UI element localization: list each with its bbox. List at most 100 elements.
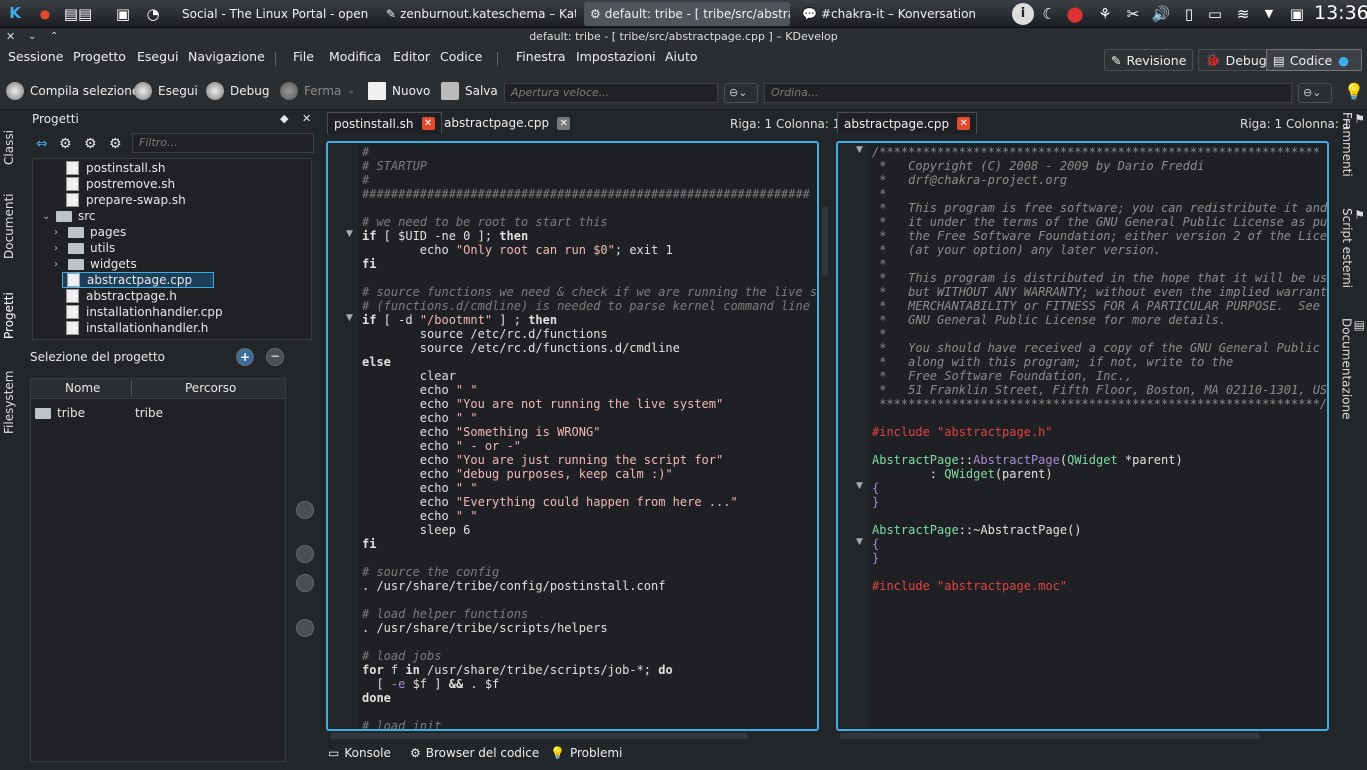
tree-item[interactable]: ⌄ src (42, 208, 96, 224)
move-up-button[interactable] (296, 619, 314, 637)
menu-esegui[interactable]: Esegui (137, 49, 178, 64)
desktop-dot-icon[interactable]: ● (34, 3, 56, 25)
list-item[interactable]: tribe (35, 406, 85, 420)
tab-browser-codice[interactable]: ⚙ Browser del codice (410, 746, 539, 760)
fold-marker-icon[interactable]: ▼ (346, 229, 353, 239)
col-percorso[interactable]: Percorso (185, 381, 236, 395)
close-icon[interactable]: ✕ (957, 117, 971, 130)
fold-marker-icon[interactable]: ▼ (856, 481, 863, 491)
quick-open-mode-select[interactable]: ⊖⌄ (724, 83, 758, 103)
tab-konsole[interactable]: ▭ Konsole (328, 746, 391, 760)
area-revisione[interactable]: ✎ Revisione (1104, 49, 1194, 71)
quick-open-input[interactable]: Apertura veloce... (504, 83, 718, 103)
sort-input[interactable]: Ordina... (764, 83, 1292, 103)
fold-marker-icon[interactable]: ▼ (856, 537, 863, 547)
tree-item[interactable]: installationhandler.cpp (66, 304, 223, 320)
menu-file[interactable]: File (293, 49, 314, 64)
compila-button[interactable]: Compila selezione (6, 82, 139, 100)
area-debug[interactable]: 🐞 Debug (1198, 49, 1274, 71)
network-share-icon[interactable]: ⚘ (1094, 3, 1116, 25)
close-icon[interactable]: ✕ (302, 112, 311, 125)
chevron-up-icon[interactable]: ⌃ (50, 28, 58, 46)
move-up-button[interactable] (296, 574, 314, 592)
tab-postinstall[interactable]: postinstall.sh ✕ (327, 112, 442, 134)
expand-tray-icon[interactable]: ▼ (1258, 3, 1280, 25)
editor-postinstall[interactable]: # # STARTUP # ##########################… (326, 141, 819, 731)
pager-icon[interactable]: ▤▤ (60, 3, 96, 25)
update-icon[interactable]: ⬤ (1064, 3, 1086, 25)
chevron-down-icon[interactable]: ⌄ (28, 28, 36, 46)
remove-project-button[interactable]: − (266, 348, 284, 366)
tree-item[interactable]: › widgets (54, 256, 137, 272)
tree-item[interactable]: prepare-swap.sh (66, 192, 186, 208)
tab-abstractpage-right[interactable]: abstractpage.cpp ✕ (837, 112, 978, 134)
menu-modifica[interactable]: Modifica (329, 49, 381, 64)
volume-icon[interactable]: 🔊 (1150, 3, 1172, 25)
task-konversation[interactable]: 💬 #chakra-it – Konversation (796, 2, 996, 26)
gear-icon[interactable]: ⚙ (84, 136, 97, 152)
tree-item[interactable]: › pages (54, 224, 126, 240)
nuovo-button[interactable]: Nuovo (368, 82, 430, 100)
menu-codice[interactable]: Codice (440, 49, 482, 64)
tab-progetti[interactable]: Progetti (2, 282, 24, 350)
tab-script-esterni[interactable]: ⚑ Script esterni (1340, 208, 1365, 308)
activity-icon[interactable]: ◔ (142, 3, 164, 25)
info-icon[interactable]: i (1012, 3, 1034, 25)
menu-editor[interactable]: Editor (393, 49, 430, 64)
add-project-button[interactable]: + (236, 348, 254, 366)
esegui-button[interactable]: Esegui (134, 82, 198, 100)
gear-icon[interactable]: ⚙ (59, 136, 72, 152)
kde-menu-icon[interactable]: K (4, 2, 26, 24)
menu-navigazione[interactable]: Navigazione (188, 49, 265, 64)
move-up-button[interactable] (296, 545, 314, 563)
display-icon[interactable]: ▭ (1204, 3, 1226, 25)
wifi-icon[interactable]: ≋ (1232, 3, 1254, 25)
horizontal-scrollbar[interactable] (840, 733, 1260, 739)
area-codice[interactable]: ▤ Codice ● (1266, 49, 1362, 71)
menu-impostazioni[interactable]: Impostazioni (576, 49, 656, 64)
scissors-icon[interactable]: ✂ (1122, 3, 1144, 25)
tree-item[interactable]: › utils (54, 240, 115, 256)
debug-button[interactable]: Debug (206, 82, 269, 100)
tab-classi[interactable]: Classi (2, 118, 24, 178)
horizontal-scrollbar[interactable] (330, 733, 748, 739)
tab-problemi[interactable]: 💡 Problemi (550, 746, 622, 760)
tab-filesystem[interactable]: Filesystem (2, 362, 24, 442)
task-firefox[interactable]: Social - The Linux Portal - openD (172, 2, 368, 26)
tab-abstractpage-left[interactable]: abstractpage.cpp ✕ (438, 112, 576, 134)
vertical-scrollbar[interactable] (822, 206, 828, 276)
fold-marker-icon[interactable]: ▼ (856, 145, 863, 155)
col-nome[interactable]: Nome (65, 381, 100, 395)
tree-item[interactable]: installationhandler.h (66, 320, 208, 336)
close-icon[interactable]: ✕ (6, 28, 15, 46)
float-panel-icon[interactable]: ◆ (280, 112, 288, 125)
sort-mode-select[interactable]: ⊖⌄ (1298, 83, 1332, 103)
fold-marker-icon[interactable]: ▼ (346, 313, 353, 323)
moon-icon[interactable]: ☾ (1038, 3, 1060, 25)
task-kate[interactable]: ✎ zenburnout.kateschema – Kate (380, 2, 576, 26)
tab-documentazione[interactable]: ▤ Documentazione (1340, 318, 1365, 448)
gear-icon[interactable]: ⚙ (109, 136, 122, 152)
tab-frammenti[interactable]: ⚑ Frammenti (1340, 112, 1365, 198)
calendar-icon[interactable]: ▣ (1286, 3, 1308, 25)
tree-item[interactable]: postinstall.sh (66, 160, 166, 176)
clock[interactable]: 13:36 (1314, 2, 1367, 24)
tree-item-selected[interactable]: abstractpage.cpp (62, 272, 214, 288)
project-filter-input[interactable]: Filtro... (132, 133, 314, 153)
salva-button[interactable]: Salva (441, 82, 498, 100)
ferma-button[interactable]: Ferma ⌄ (280, 82, 355, 100)
tab-documenti[interactable]: Documenti (2, 186, 24, 266)
show-desktop-icon[interactable]: ▣ (112, 3, 134, 25)
menu-aiuto[interactable]: Aiuto (665, 49, 698, 64)
clipboard-icon[interactable]: ▯ (1178, 3, 1200, 25)
close-icon[interactable]: ✕ (421, 117, 435, 130)
menu-sessione[interactable]: Sessione (8, 49, 63, 64)
tree-item[interactable]: abstractpage.h (66, 288, 177, 304)
sync-icon[interactable]: ⇔ (36, 136, 48, 152)
menu-progetto[interactable]: Progetto (73, 49, 126, 64)
tree-item[interactable]: postremove.sh (66, 176, 175, 192)
task-kdevelop[interactable]: ⚙ default: tribe - [ tribe/src/abstra (584, 2, 790, 26)
editor-abstractpage[interactable]: /***************************************… (836, 141, 1329, 731)
close-icon[interactable]: ✕ (557, 116, 571, 130)
menu-finestra[interactable]: Finestra (516, 49, 566, 64)
